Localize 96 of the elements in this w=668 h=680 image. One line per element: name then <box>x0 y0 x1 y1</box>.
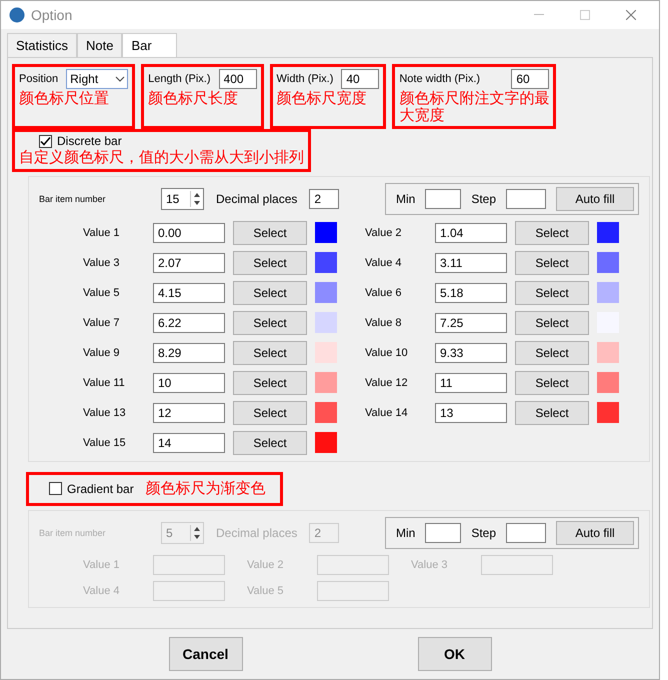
select-button[interactable]: Select <box>515 220 589 244</box>
value-field[interactable]: 1.04 <box>435 222 507 242</box>
down-arrow-icon <box>191 533 203 541</box>
dialog-button[interactable]: Cancel <box>168 637 242 671</box>
step-field[interactable] <box>506 188 546 208</box>
field-label: Step <box>471 192 496 206</box>
value-label: Value 4 <box>83 585 120 597</box>
spin-field[interactable]: 15 <box>161 188 204 210</box>
window-title: Option <box>31 7 74 23</box>
value-label: Value 2 <box>247 559 284 571</box>
tab[interactable]: Bar <box>122 33 177 57</box>
value-field[interactable]: 13 <box>435 402 507 422</box>
field-label: Bar item number <box>39 194 107 204</box>
select-button[interactable]: Select <box>515 250 589 274</box>
annotation-text: 自定义颜色标尺，值的大小需从大到小排列 <box>19 150 304 166</box>
spin-value: 15 <box>165 192 180 206</box>
annotation-text: 颜色标尺位置 <box>19 91 110 108</box>
up-arrow-icon <box>191 525 203 533</box>
value-label: Value 15 <box>83 436 127 448</box>
field-label: Position <box>19 73 58 85</box>
select-button[interactable]: Select <box>233 310 307 334</box>
field-label: Min <box>396 192 416 206</box>
value-field[interactable]: 4.15 <box>153 282 225 302</box>
annotation-text: 颜色标尺宽度 <box>276 91 368 108</box>
select-button[interactable]: Select <box>233 280 307 304</box>
value-label: Value 10 <box>365 346 409 358</box>
field-label: Length (Pix.) <box>148 73 211 85</box>
dialog-button[interactable]: OK <box>418 637 492 671</box>
value-label: Value 3 <box>83 256 120 268</box>
value-field[interactable]: 3.11 <box>435 252 507 272</box>
select-button[interactable]: Select <box>515 280 589 304</box>
field-label: Width (Pix.) <box>276 73 334 85</box>
value-field[interactable]: 6.22 <box>153 312 225 332</box>
value-field[interactable]: 12 <box>153 402 225 422</box>
maximize-icon <box>580 10 590 20</box>
field-label: Bar item number <box>39 528 107 538</box>
number-field[interactable]: 60 <box>511 69 550 89</box>
value-field[interactable]: 5.18 <box>435 282 507 302</box>
spin-value: 5 <box>165 526 174 540</box>
value-label: Value 5 <box>247 585 284 597</box>
select-button[interactable]: Select <box>233 400 307 424</box>
tab[interactable]: Note <box>77 33 122 57</box>
number-field[interactable]: 400 <box>218 69 257 89</box>
select-button[interactable]: Select <box>233 370 307 394</box>
field-label: Note width (Pix.) <box>399 73 480 85</box>
value-label: Value 12 <box>365 376 409 388</box>
select-button[interactable]: Select <box>515 340 589 364</box>
minimize-icon <box>534 14 544 16</box>
value-field[interactable]: 10 <box>153 372 225 392</box>
value-label: Value 1 <box>83 559 120 571</box>
value-field[interactable]: 2.07 <box>153 252 225 272</box>
annotation-text: 颜色标尺附注文字的最大宽度 <box>399 91 550 124</box>
checkbox-label: Gradient bar <box>67 482 134 496</box>
down-arrow-icon <box>191 198 203 206</box>
app-logo-icon <box>9 7 25 23</box>
select-button[interactable]: Select <box>515 310 589 334</box>
value-label: Value 3 <box>411 559 448 571</box>
value-label: Value 1 <box>83 226 120 238</box>
field-label: Decimal places <box>216 526 298 540</box>
tab[interactable]: Statistics <box>7 33 78 57</box>
value-field[interactable]: 8.29 <box>153 342 225 362</box>
number-field[interactable]: 40 <box>341 69 380 89</box>
value-label: Value 2 <box>365 226 402 238</box>
field-label: Decimal places <box>216 192 298 206</box>
select-button[interactable]: Select <box>233 250 307 274</box>
value-label: Value 5 <box>83 286 120 298</box>
checkbox-label: Discrete bar <box>57 134 122 148</box>
decimal-field[interactable]: 2 <box>309 188 340 208</box>
auto-fill-button[interactable]: Auto fill <box>556 186 634 210</box>
select-button[interactable]: Select <box>233 340 307 364</box>
field-label: Min <box>396 526 416 540</box>
up-arrow-icon <box>191 190 203 198</box>
value-label: Value 14 <box>365 406 409 418</box>
value-label: Value 6 <box>365 286 402 298</box>
min-field[interactable] <box>425 188 462 208</box>
select-button[interactable]: Select <box>233 220 307 244</box>
checkbox[interactable] <box>39 134 52 148</box>
field-label: Step <box>471 526 496 540</box>
value-field[interactable]: 7.25 <box>435 312 507 332</box>
close-icon <box>626 10 636 20</box>
value-field[interactable]: 11 <box>435 372 507 392</box>
value-field[interactable]: 14 <box>153 432 225 452</box>
value-label: Value 8 <box>365 316 402 328</box>
annotation-text: 颜色标尺长度 <box>148 91 240 108</box>
value-label: Value 13 <box>83 406 127 418</box>
value-label: Value 11 <box>83 376 126 388</box>
select-button[interactable]: Select <box>515 400 589 424</box>
annotation-text: 颜色标尺为渐变色 <box>146 480 266 497</box>
value-field[interactable]: 0.00 <box>153 222 225 242</box>
value-label: Value 7 <box>83 316 120 328</box>
value-label: Value 9 <box>83 346 120 358</box>
value-label: Value 4 <box>365 256 402 268</box>
select-button[interactable]: Select <box>515 370 589 394</box>
value-field[interactable]: 9.33 <box>435 342 507 362</box>
select-button[interactable]: Select <box>233 430 307 454</box>
position-dropdown[interactable]: Right <box>66 69 128 89</box>
